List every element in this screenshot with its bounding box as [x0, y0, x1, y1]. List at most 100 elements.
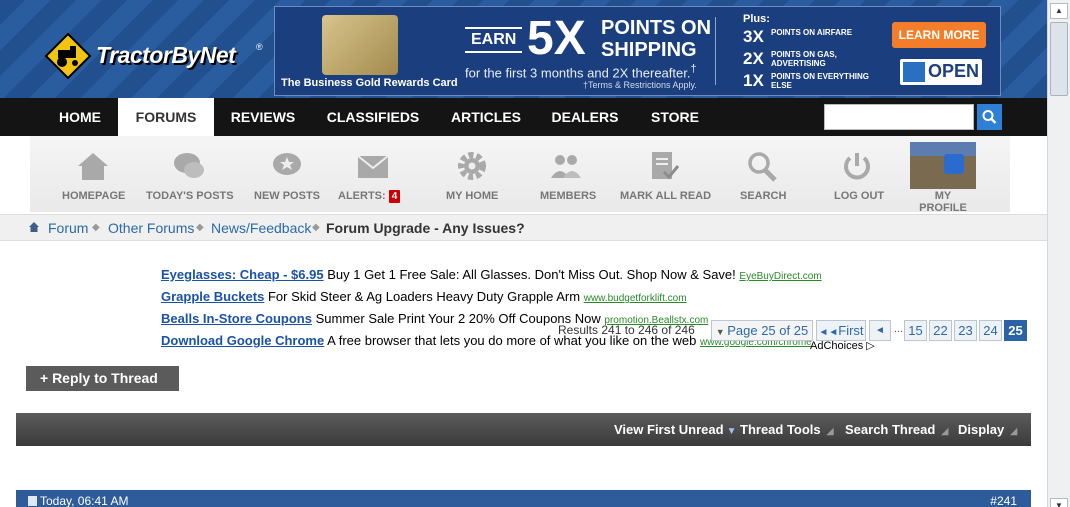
- nav-tab-classifieds[interactable]: CLASSIFIEDS: [312, 98, 434, 136]
- banner-first-months-text: for the first 3 months and 2X thereafter…: [465, 65, 691, 81]
- page-link-15[interactable]: 15: [904, 320, 927, 341]
- banner-points-line1: POINTS ON: [601, 17, 712, 39]
- toolbar-label: MARK ALL READ: [620, 190, 712, 202]
- ad-title-link[interactable]: Grapple Buckets: [161, 289, 264, 304]
- search-icon: [982, 110, 997, 124]
- toolbar-members[interactable]: MEMBERS: [538, 150, 597, 210]
- ad-title-link[interactable]: Eyeglasses: Cheap - $6.95: [161, 267, 324, 282]
- envelope-icon: [357, 155, 389, 178]
- reply-to-thread-button[interactable]: + Reply to Thread: [26, 366, 179, 391]
- first-arrows-icon: ◄◄: [818, 327, 839, 338]
- first-page-link[interactable]: ◄◄First: [816, 320, 866, 341]
- user-toolbar: HOMEPAGE TODAY'S POSTS NEW POSTS ALERTS:…: [0, 136, 1047, 214]
- toolbar-alerts[interactable]: ALERTS: 4: [338, 150, 408, 210]
- toolbar-mark-all-read[interactable]: MARK ALL READ: [620, 150, 712, 210]
- post-number-link[interactable]: #241: [990, 494, 1017, 507]
- nav-tab-store[interactable]: STORE: [634, 98, 716, 136]
- alerts-label: ALERTS:: [338, 190, 386, 202]
- toolbar-label: NEW POSTS: [254, 190, 321, 202]
- banner-terms: †Terms & Restrictions Apply.: [583, 80, 697, 90]
- post-document-icon: [28, 496, 37, 506]
- banner-tier: 2X POINTS ON GAS, ADVERTISING: [743, 49, 873, 69]
- site-logo[interactable]: TractorByNet ®: [44, 30, 274, 82]
- tier-multiplier: 1X: [743, 71, 764, 90]
- tractor-logo-icon: [44, 32, 92, 80]
- breadcrumb-news-feedback[interactable]: News/Feedback: [211, 220, 311, 236]
- toolbar-my-home[interactable]: MY HOME: [444, 150, 500, 210]
- post-header: Today, 06:41 AM #241: [16, 490, 1031, 507]
- search-thread-label: Search Thread: [845, 422, 936, 437]
- ad-url-link[interactable]: EyeBuyDirect.com: [739, 271, 821, 282]
- scroll-down-arrow-icon[interactable]: ▼: [1050, 498, 1068, 507]
- profile-avatar[interactable]: [910, 142, 976, 189]
- banner-card-label: The Business Gold Rewards Card: [281, 77, 458, 89]
- toolbar-homepage[interactable]: HOMEPAGE: [62, 150, 126, 210]
- page-link-23[interactable]: 23: [954, 320, 977, 341]
- toolbar-label: ALERTS: 4: [338, 190, 401, 203]
- ad-title-link[interactable]: Download Google Chrome: [161, 333, 324, 348]
- view-first-unread-label: View First Unread: [614, 422, 724, 437]
- nav-tab-reviews[interactable]: REVIEWS: [216, 98, 310, 136]
- ad-description: Buy 1 Get 1 Free Sale: All Glasses. Don'…: [327, 267, 736, 282]
- display-menu[interactable]: Display ◢: [958, 422, 1017, 437]
- toolbar-label: MEMBERS: [540, 190, 597, 202]
- scroll-up-arrow-icon[interactable]: ▲: [1050, 3, 1068, 19]
- banner-plus: Plus:: [743, 13, 770, 25]
- ad-line: Eyeglasses: Cheap - $6.95 Buy 1 Get 1 Fr…: [161, 267, 822, 282]
- post-date: Today, 06:41 AM: [28, 494, 129, 507]
- scrollbar-thumb[interactable]: [1050, 22, 1068, 96]
- gold-card-image: [322, 15, 398, 75]
- thread-tools-menu[interactable]: Thread Tools ◢: [740, 422, 834, 437]
- nav-tab-articles[interactable]: ARTICLES: [436, 98, 536, 136]
- tier-description: POINTS ON AIRFARE: [771, 28, 853, 37]
- ad-url-link[interactable]: www.budgetforklift.com: [584, 293, 687, 304]
- banner-tier: 1X POINTS ON EVERYTHING ELSE: [743, 71, 873, 91]
- banner-points-line2: SHIPPING: [601, 39, 697, 61]
- breadcrumb-current: Forum Upgrade - Any Issues?: [326, 220, 525, 236]
- results-count: Results 241 to 246 of 246: [558, 323, 695, 337]
- toolbar-new-posts[interactable]: NEW POSTS: [254, 150, 320, 210]
- breadcrumb-other-forums[interactable]: Other Forums: [108, 220, 194, 236]
- banner-earn: EARN: [465, 27, 523, 53]
- vertical-scrollbar[interactable]: ▲ ▼: [1047, 0, 1070, 507]
- search-button[interactable]: [977, 104, 1002, 130]
- thread-tools-bar: View First Unread ▼ Thread Tools ◢ Search …: [16, 413, 1031, 446]
- dropdown-arrow-icon: ◢: [1010, 426, 1018, 436]
- dropdown-arrow-icon: ▼: [715, 327, 728, 337]
- main-nav: HOME FORUMS REVIEWS CLASSIFIEDS ARTICLES…: [0, 98, 1047, 136]
- tier-multiplier: 2X: [743, 49, 764, 68]
- nav-tab-dealers[interactable]: DEALERS: [538, 98, 632, 136]
- nav-tab-home[interactable]: HOME: [44, 98, 116, 136]
- home-icon[interactable]: [28, 221, 40, 233]
- ad-description: For Skid Steer & Ag Loaders Heavy Duty G…: [267, 289, 581, 304]
- toolbar-log-out[interactable]: LOG OUT: [832, 150, 884, 210]
- search-thread-menu[interactable]: Search Thread ◢: [845, 422, 948, 437]
- page-link-24[interactable]: 24: [979, 320, 1002, 341]
- amex-open-logo: OPEN: [900, 59, 982, 85]
- learn-more-button[interactable]: LEARN MORE: [892, 22, 986, 48]
- view-first-unread-link[interactable]: View First Unread ▼: [614, 422, 736, 437]
- toolbar-label: HOMEPAGE: [62, 190, 126, 202]
- dropdown-arrow-icon: ◢: [826, 426, 834, 436]
- logo-text: TractorByNet: [96, 42, 236, 68]
- breadcrumb-separator-icon: ◆: [92, 222, 100, 233]
- banner-ad[interactable]: The Business Gold Rewards Card EARN 5X P…: [274, 6, 1001, 96]
- page-link-22[interactable]: 22: [929, 320, 952, 341]
- nav-tab-forums[interactable]: FORUMS: [118, 98, 214, 136]
- banner-divider: [715, 17, 716, 85]
- breadcrumb-forum[interactable]: Forum: [48, 220, 88, 236]
- ad-title-link[interactable]: Bealls In-Store Coupons: [161, 311, 312, 326]
- toolbar-label: TODAY'S POSTS: [146, 190, 234, 202]
- toolbar-todays-posts[interactable]: TODAY'S POSTS: [146, 150, 234, 210]
- banner-dagger: †: [690, 63, 697, 75]
- tier-description: POINTS ON GAS, ADVERTISING: [771, 50, 837, 68]
- pagination-ellipsis: ...: [894, 323, 904, 335]
- page-of-dropdown[interactable]: ▼ Page 25 of 25: [711, 320, 813, 341]
- breadcrumb: Forum ◆ Other Forums ◆ News/Feedback ◆ F…: [0, 214, 1047, 241]
- toolbar-search[interactable]: SEARCH: [740, 150, 786, 210]
- prev-page-button[interactable]: ◄: [869, 320, 891, 341]
- page-of-label: Page 25 of 25: [727, 323, 809, 338]
- search-input[interactable]: [824, 104, 974, 130]
- open-text: OPEN: [928, 61, 980, 81]
- document-check-icon: [652, 152, 680, 180]
